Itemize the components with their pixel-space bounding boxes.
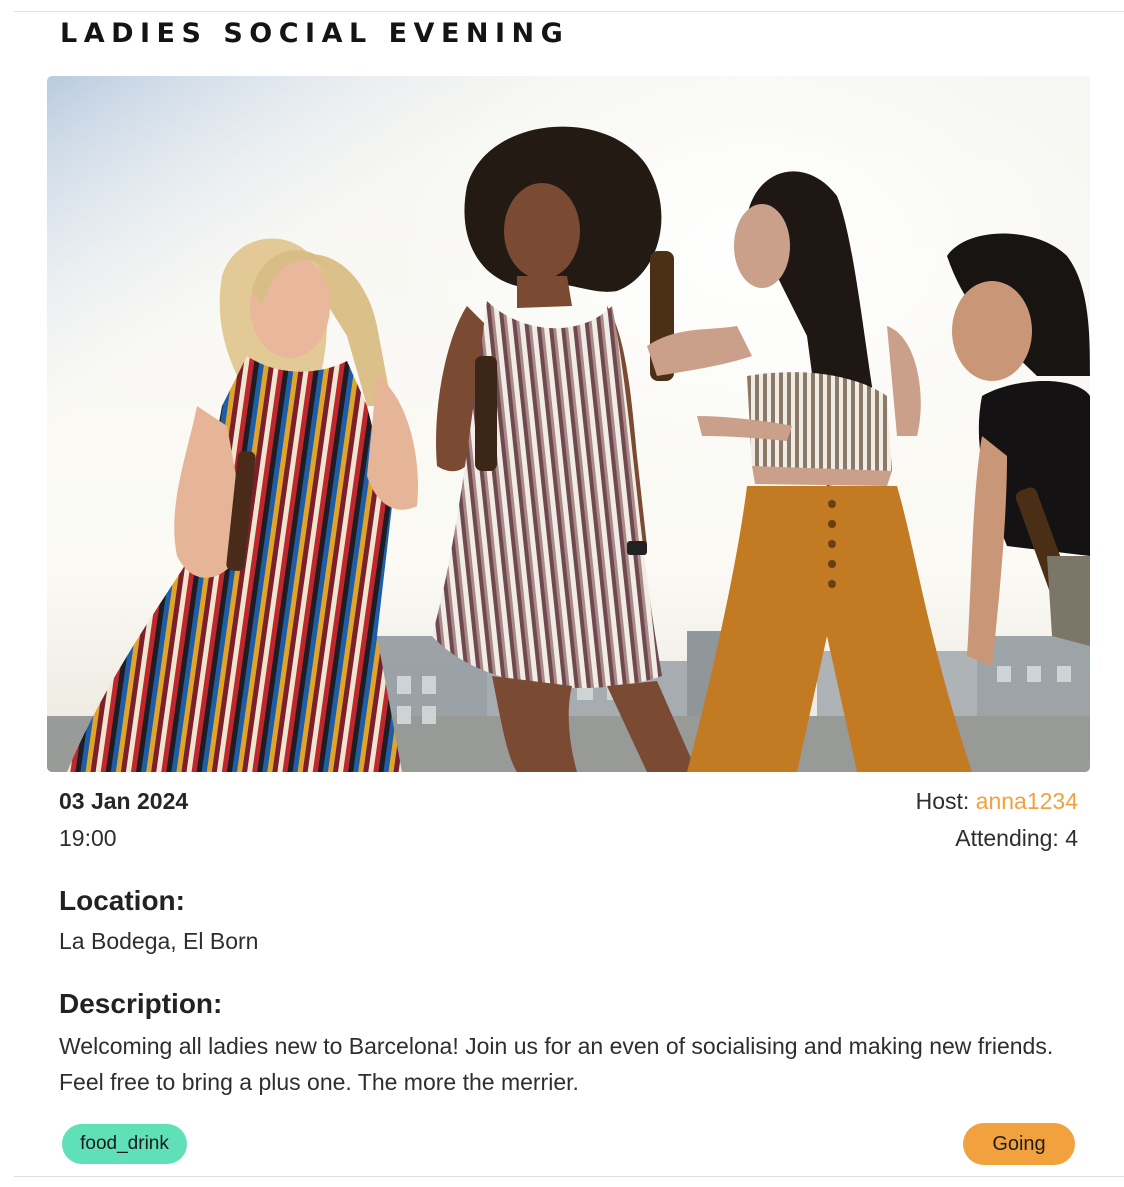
- description-text: Welcoming all ladies new to Barcelona! J…: [59, 1033, 1054, 1095]
- event-time: 19:00: [59, 825, 117, 851]
- event-title: LADIES SOCIAL EVENING: [60, 18, 570, 49]
- event-host: Host: anna1234: [916, 788, 1078, 815]
- event-photo-illustration: [47, 76, 1090, 772]
- host-link[interactable]: anna1234: [976, 788, 1078, 814]
- host-label: Host:: [915, 788, 976, 814]
- location-heading: Location:: [59, 885, 185, 916]
- location-value: La Bodega, El Born: [59, 928, 259, 954]
- event-card: LADIES SOCIAL EVENING 03 Jan 2024 19:00 …: [14, 11, 1124, 1177]
- description-heading: Description:: [59, 988, 223, 1019]
- going-button[interactable]: Going: [963, 1123, 1075, 1165]
- attending-count: Attending: 4: [955, 825, 1078, 851]
- category-tag: food_drink: [62, 1124, 187, 1164]
- event-date: 03 Jan 2024: [59, 788, 189, 814]
- event-photo: [47, 76, 1090, 772]
